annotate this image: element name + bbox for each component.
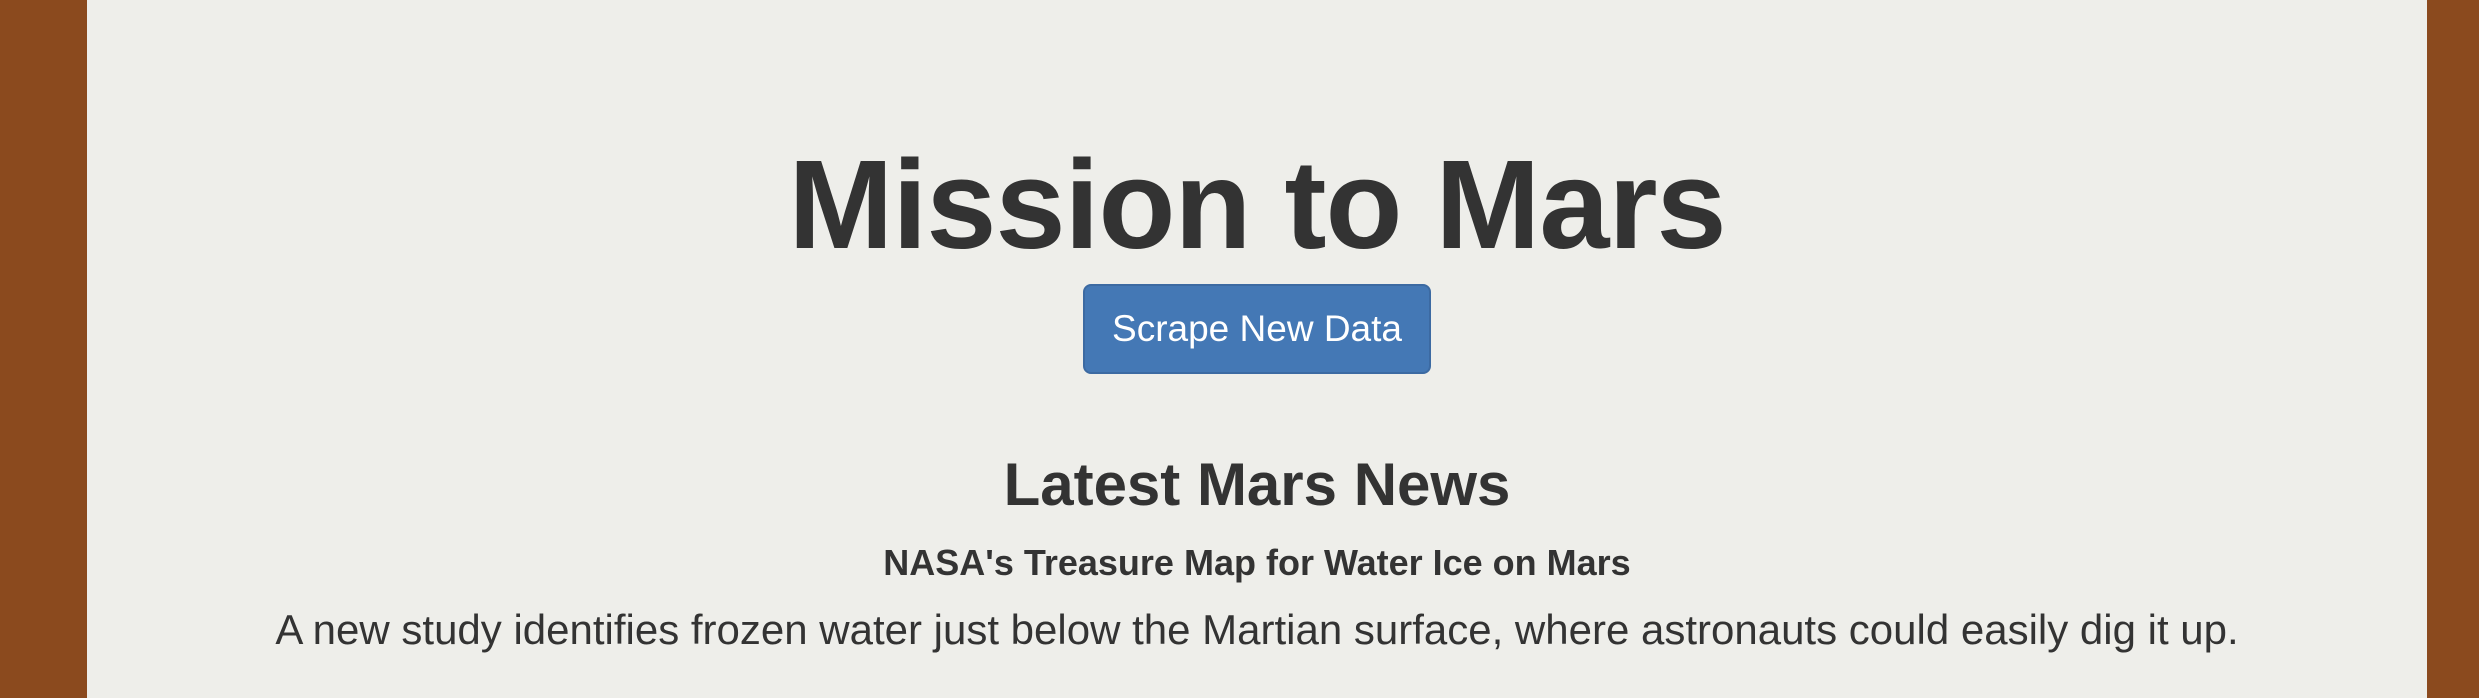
latest-news-section: Latest Mars News NASA's Treasure Map for… (87, 440, 2427, 658)
latest-news-heading: Latest Mars News (1003, 451, 1511, 518)
page-container: Mission to Mars Scrape New Data Latest M… (87, 0, 2427, 698)
scrape-new-data-button[interactable]: Scrape New Data (1083, 284, 1431, 374)
jumbotron: Mission to Mars Scrape New Data (87, 130, 2427, 374)
news-title: NASA's Treasure Map for Water Ice on Mar… (883, 542, 1631, 583)
news-teaser: A new study identifies frozen water just… (275, 606, 2239, 653)
page-title: Mission to Mars (788, 134, 1726, 275)
